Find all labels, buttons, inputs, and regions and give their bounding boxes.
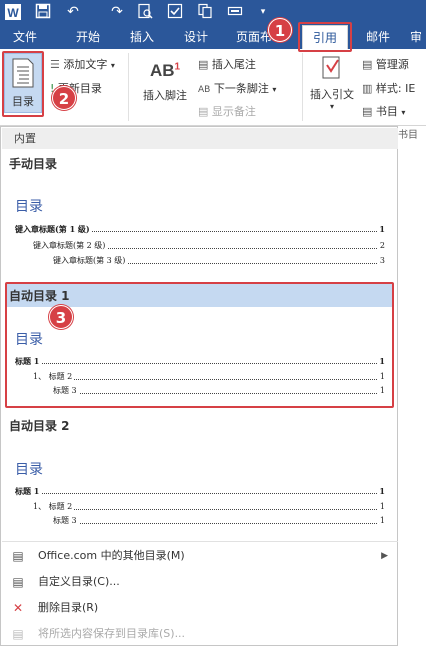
endnote-icon: ▤ — [198, 58, 209, 71]
copy-icon[interactable] — [196, 3, 214, 21]
menu-divider — [2, 541, 398, 542]
chevron-down-icon: ▾ — [110, 61, 115, 70]
toc-preview-entry: 标题 31 — [53, 515, 385, 527]
bibliography-label: 书目 — [375, 105, 398, 118]
annotation-box-references-tab — [298, 22, 352, 52]
style-icon: ▥ — [362, 82, 373, 95]
bibliography-icon: ▤ — [362, 105, 373, 118]
save-to-gallery-icon: ▤ — [12, 627, 24, 641]
add-text-icon: ☰ — [50, 58, 60, 71]
divider — [128, 53, 129, 121]
footnote-icon: AB1 — [149, 61, 181, 80]
chevron-down-icon: ▾ — [401, 108, 406, 117]
menu-item-label: 将所选内容保存到目录库(S)... — [38, 627, 186, 640]
insert-citation-label: 插入引文 — [310, 88, 354, 101]
chevron-right-icon: ▶ — [381, 551, 388, 561]
save-icon[interactable] — [34, 3, 52, 21]
citation-icon — [322, 56, 340, 79]
tab-insert[interactable]: 插入 — [118, 25, 166, 49]
style-value: IE — [405, 82, 416, 95]
toc-preview-title: 目录 — [15, 462, 43, 478]
menu-item-label: 删除目录(R) — [38, 601, 99, 614]
toc-preview-entry: 键入章标题(第 2 级) 2 — [33, 240, 385, 252]
add-text-button[interactable]: ☰ 添加文字 ▾ — [50, 56, 115, 72]
annotation-badge-2: 2 — [52, 86, 76, 110]
next-footnote-icon: AB — [198, 85, 211, 95]
gallery-title: 手动目录 — [9, 157, 58, 171]
word-icon: W — [4, 3, 22, 21]
more-icon[interactable] — [226, 3, 244, 21]
annotation-badge-3: 3 — [49, 305, 73, 329]
chevron-down-icon: ▾ — [329, 102, 334, 111]
custom-toc-icon: ▤ — [12, 575, 24, 589]
tab-mailings[interactable]: 邮件 — [356, 25, 400, 49]
office-toc-icon: ▤ — [12, 549, 24, 563]
divider — [302, 53, 303, 121]
remove-toc-icon: ✕ — [12, 601, 24, 615]
chevron-down-icon: ▾ — [272, 85, 277, 94]
annotation-box-toc-button — [2, 51, 44, 117]
chevron-down-icon[interactable]: ▾ — [254, 3, 272, 21]
gallery-title: 自动目录 2 — [9, 419, 70, 433]
tab-file[interactable]: 文件 — [0, 25, 50, 49]
more-toc-from-office-item[interactable]: ▤ Office.com 中的其他目录(M) ▶ — [2, 545, 398, 567]
toc-preview-entry: 键入章标题(第 1 级) 1 — [15, 223, 385, 235]
insert-endnote-label: 插入尾注 — [211, 58, 256, 71]
svg-text:W: W — [7, 6, 19, 20]
insert-footnote-label: 插入脚注 — [143, 89, 187, 102]
menu-item-label: 自定义目录(C)... — [38, 575, 120, 588]
insert-citation-button[interactable]: 插入引文 ▾ — [306, 55, 358, 117]
tab-design[interactable]: 设计 — [172, 25, 220, 49]
toc-preview-entry: 1、 标题 21 — [33, 501, 385, 513]
style-label: 样式: — [375, 82, 402, 95]
insert-footnote-button[interactable]: AB1 插入脚注 — [138, 61, 192, 117]
quick-access-toolbar: W ↶ ↷ ▾ — [0, 0, 426, 25]
show-notes-icon: ▤ — [198, 105, 209, 118]
ribbon-group-label-area: 书目 — [398, 126, 426, 646]
ribbon-tab-bar: 文件 开始 插入 设计 页面布 引用 邮件 审 — [0, 25, 426, 49]
show-notes-label: 显示备注 — [211, 105, 256, 118]
toc-preview-entry: 键入章标题(第 3 级) 3 — [53, 255, 385, 267]
save-selection-to-gallery-item[interactable]: ▤ 将所选内容保存到目录库(S)... — [2, 623, 398, 645]
menu-section-header: 内置 — [2, 128, 398, 149]
show-notes-button[interactable]: ▤ 显示备注 — [198, 103, 256, 119]
check-icon[interactable] — [166, 3, 184, 21]
bibliography-button[interactable]: ▤ 书目 ▾ — [362, 103, 405, 119]
annotation-badge-1: 1 — [268, 18, 292, 42]
next-footnote-label: 下一条脚注 — [213, 82, 269, 95]
add-text-label: 添加文字 — [63, 58, 108, 71]
toc-preview-title: 目录 — [15, 199, 43, 215]
undo-icon[interactable]: ↶ — [64, 3, 82, 21]
manage-sources-label: 管理源 — [375, 58, 409, 71]
group-label: 书目 — [398, 130, 418, 141]
custom-toc-item[interactable]: ▤ 自定义目录(C)... — [2, 571, 398, 593]
redo-icon[interactable]: ↷ — [108, 3, 126, 21]
next-footnote-button[interactable]: AB 下一条脚注 ▾ — [198, 80, 276, 96]
manage-sources-icon: ▤ — [362, 58, 373, 71]
print-preview-icon[interactable] — [136, 3, 154, 21]
tab-review[interactable]: 审 — [406, 25, 426, 49]
toc-preview-entry: 标题 11 — [15, 485, 385, 497]
manage-sources-button[interactable]: ▤ 管理源 — [362, 56, 409, 72]
insert-endnote-button[interactable]: ▤ 插入尾注 — [198, 56, 256, 72]
tab-home[interactable]: 开始 — [62, 25, 114, 49]
menu-item-label: Office.com 中的其他目录(M) — [38, 549, 185, 562]
style-selector[interactable]: ▥ 样式: IE — [362, 80, 415, 96]
remove-toc-item[interactable]: ✕ 删除目录(R) — [2, 597, 398, 619]
